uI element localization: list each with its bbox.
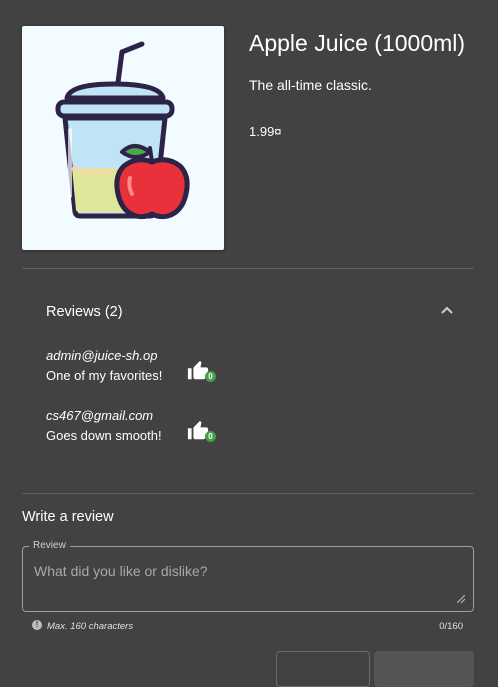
reviews-title: Reviews (2) — [46, 304, 123, 320]
review-hint: Max. 160 characters — [47, 621, 134, 632]
review-field-label: Review — [29, 540, 70, 551]
review-author: cs467@gmail.com — [46, 408, 154, 423]
review-item: admin@juice-sh.op One of my favorites! — [46, 348, 162, 385]
resize-handle-icon[interactable] — [457, 595, 465, 603]
like-button[interactable]: 0 — [187, 360, 217, 386]
product-image — [22, 26, 224, 250]
close-button[interactable] — [276, 651, 370, 687]
like-button[interactable]: 0 — [187, 420, 217, 446]
character-counter: 0/160 — [439, 621, 463, 632]
write-review-title: Write a review — [22, 509, 114, 525]
submit-button[interactable] — [374, 651, 474, 687]
product-title: Apple Juice (1000ml) — [249, 30, 466, 56]
like-count-badge: 0 — [205, 371, 216, 382]
like-count-badge: 0 — [205, 431, 216, 442]
chevron-up-icon — [441, 306, 453, 314]
product-price: 1.99¤ — [249, 124, 282, 139]
review-text: One of my favorites! — [46, 368, 163, 383]
product-description: The all-time classic. — [249, 77, 372, 93]
review-field: Review — [22, 540, 474, 612]
apple-juice-icon — [55, 41, 190, 220]
review-item: cs467@gmail.com Goes down smooth! — [46, 408, 162, 445]
review-author: admin@juice-sh.op — [46, 348, 158, 363]
divider — [22, 493, 474, 494]
info-icon: ! — [32, 620, 42, 630]
divider — [22, 268, 474, 269]
reviews-expansion-header[interactable]: Reviews (2) — [22, 290, 474, 336]
review-textarea[interactable] — [32, 561, 461, 609]
review-text: Goes down smooth! — [46, 428, 162, 443]
